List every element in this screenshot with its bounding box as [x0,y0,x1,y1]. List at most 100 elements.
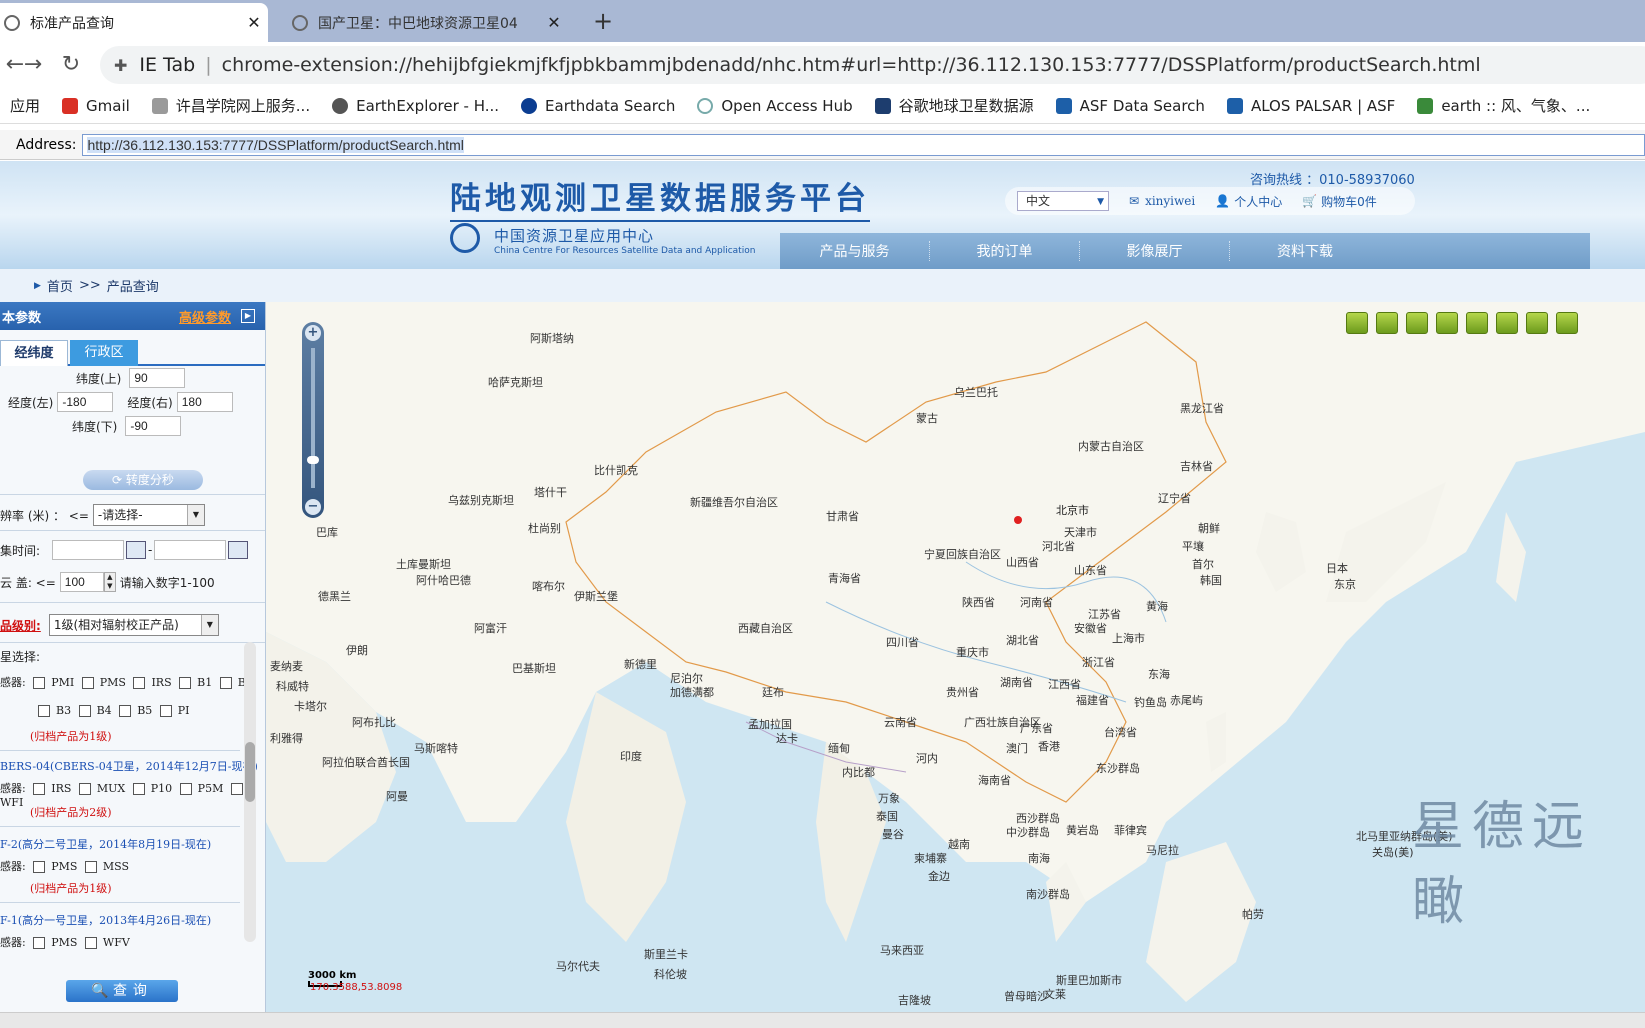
checkbox[interactable] [159,705,172,717]
omnibox[interactable]: ✚ IE Tab | chrome-extension://hehijbfgie… [100,46,1645,84]
expand-icon[interactable]: ▶ [241,309,255,323]
checkbox[interactable] [78,783,91,795]
checkbox[interactable] [219,677,232,689]
checkbox[interactable] [119,705,132,717]
bookmark-gmail[interactable]: Gmail [62,97,130,115]
tab-latlon[interactable]: 经纬度 [0,340,68,366]
target-icon[interactable] [1526,312,1548,334]
query-button[interactable]: 🔍 查询 [66,980,178,1002]
map-label: 甘肃省 [826,510,859,523]
panel-header: 本参数 高级参数 ▶ [0,302,265,330]
map-label: 内蒙古自治区 [1078,440,1144,453]
level-select[interactable]: 1级(相对辐射校正产品) [48,614,219,636]
zoom-track[interactable] [311,348,315,488]
browser-tab-active[interactable]: 标准产品查询 ✕ [0,3,268,42]
map-label: 比什凯克 [594,464,638,477]
close-tab-icon[interactable]: ✕ [540,13,568,32]
lat-bottom-input[interactable] [125,416,182,436]
lon-right-input[interactable] [176,392,233,412]
nav-orders[interactable]: 我的订单 [930,241,1080,261]
close-tab-icon[interactable]: ✕ [240,13,268,32]
layer-icon[interactable] [1346,312,1368,334]
personal-center-link[interactable]: 个人中心 [1234,193,1282,210]
map-label: 台湾省 [1104,726,1137,739]
reload-icon[interactable]: ↻ [56,50,86,80]
zoom-slider-handle[interactable] [307,456,319,464]
map-label: 南沙群岛 [1026,888,1070,901]
coordinate-readout: 170.3588,53.8098 [310,982,403,993]
checkbox[interactable] [133,677,146,689]
nav-products[interactable]: 产品与服务 [780,241,930,261]
eraser-icon[interactable] [1556,312,1578,334]
checkbox[interactable] [33,861,46,873]
new-tab-button[interactable]: + [588,6,618,36]
checkbox[interactable] [84,937,97,949]
cart-link[interactable]: 购物车0件 [1321,193,1377,210]
checkbox[interactable] [179,783,192,795]
calendar-icon[interactable] [126,541,147,559]
map-label: 吉隆坡 [898,994,931,1007]
map-label: 江西省 [1048,678,1081,691]
advanced-params-link[interactable]: 高级参数 [179,307,231,326]
lat-top-input[interactable] [129,368,186,388]
pan-hand-icon[interactable] [1496,312,1518,334]
bookmark-earth-nullschool[interactable]: earth :: 风、气象、... [1417,95,1590,116]
nav-downloads[interactable]: 资料下载 [1230,241,1380,261]
satellite-title-gf1[interactable]: F-1(高分一号卫星，2013年4月26日-现在) [0,912,211,928]
browser-tab[interactable]: 国产卫星：中巴地球资源卫星04 ✕ [278,3,568,42]
scroll-thumb[interactable] [245,742,255,802]
bookmark-asf[interactable]: ASF Data Search [1055,97,1205,115]
coord-tabs: 经纬度 行政区 [0,340,265,366]
satellite-title-gf2[interactable]: F-2(高分二号卫星，2014年8月19日-现在) [0,836,211,852]
bookmark-earthdata[interactable]: Earthdata Search [521,97,675,115]
checkbox[interactable] [33,937,46,949]
zoom-out-icon[interactable]: − [305,499,321,515]
checkbox[interactable] [132,783,145,795]
panel-scrollbar[interactable] [244,642,256,942]
map-label: 马来西亚 [880,944,924,957]
map-label: 陕西省 [962,596,995,609]
satellite-title-cbers04[interactable]: BERS-04(CBERS-04卫星，2014年12月7日-现在) [0,758,258,774]
omnibox-url[interactable]: chrome-extension://hehijbfgiekmjfkfjpbkb… [222,54,1481,76]
end-date-input[interactable] [154,540,227,560]
stepper-icon[interactable]: ▲ ▼ [103,572,116,592]
zoom-in-icon[interactable]: + [305,325,321,341]
map-label: 云南省 [884,716,917,729]
checkbox[interactable] [81,677,94,689]
checkbox[interactable] [78,705,91,717]
map-view[interactable]: 阿斯塔纳 哈萨克斯坦 乌兰巴托 蒙古 黑龙江省 内蒙古自治区 吉林省 辽宁省 北… [266,302,1645,1012]
checkbox[interactable] [38,705,50,717]
resolution-select[interactable]: -请选择- [92,504,205,526]
checkbox[interactable] [33,783,46,795]
bookmark-google-earth[interactable]: 谷歌地球卫星数据源 [874,95,1034,116]
bookmark-xuchang[interactable]: 许昌学院网上服务... [151,95,310,116]
crumb-home[interactable]: 首页 [47,276,73,295]
checkbox[interactable] [230,783,243,795]
address-input[interactable]: http://36.112.130.153:7777/DSSPlatform/p… [82,133,1645,156]
username[interactable]: xinyiwei [1145,194,1195,208]
bookmark-alos[interactable]: ALOS PALSAR | ASF [1226,97,1395,115]
bookmark-earthexplorer[interactable]: EarthExplorer - H... [332,97,499,115]
start-date-input[interactable] [52,540,125,560]
lon-left-input[interactable] [57,392,114,412]
language-select[interactable]: 中文 [1017,191,1109,211]
map-label: 加德满都 [670,686,714,699]
resolution-label: 辨率 (米) ： <= [0,508,89,523]
checkbox[interactable] [84,861,97,873]
bookmark-openaccesshub[interactable]: Open Access Hub [697,97,853,115]
list-icon[interactable] [1376,312,1398,334]
tab-region[interactable]: 行政区 [70,340,138,366]
info-icon[interactable] [1436,312,1458,334]
cloud-input[interactable] [59,572,104,592]
bookmark-apps[interactable]: 应用 [10,95,40,116]
chart-icon[interactable] [1406,312,1428,334]
calendar-icon[interactable] [228,541,249,559]
map-label: 曼谷 [882,828,904,841]
nav-gallery[interactable]: 影像展厅 [1080,241,1230,261]
checkbox[interactable] [179,677,192,689]
map-label: 首尔 [1192,558,1214,571]
convert-dms-button[interactable]: ⟳ 转度分秒 [83,470,203,490]
forward-icon[interactable]: → [18,50,48,80]
checkbox[interactable] [33,677,46,689]
fullscreen-icon[interactable] [1466,312,1488,334]
